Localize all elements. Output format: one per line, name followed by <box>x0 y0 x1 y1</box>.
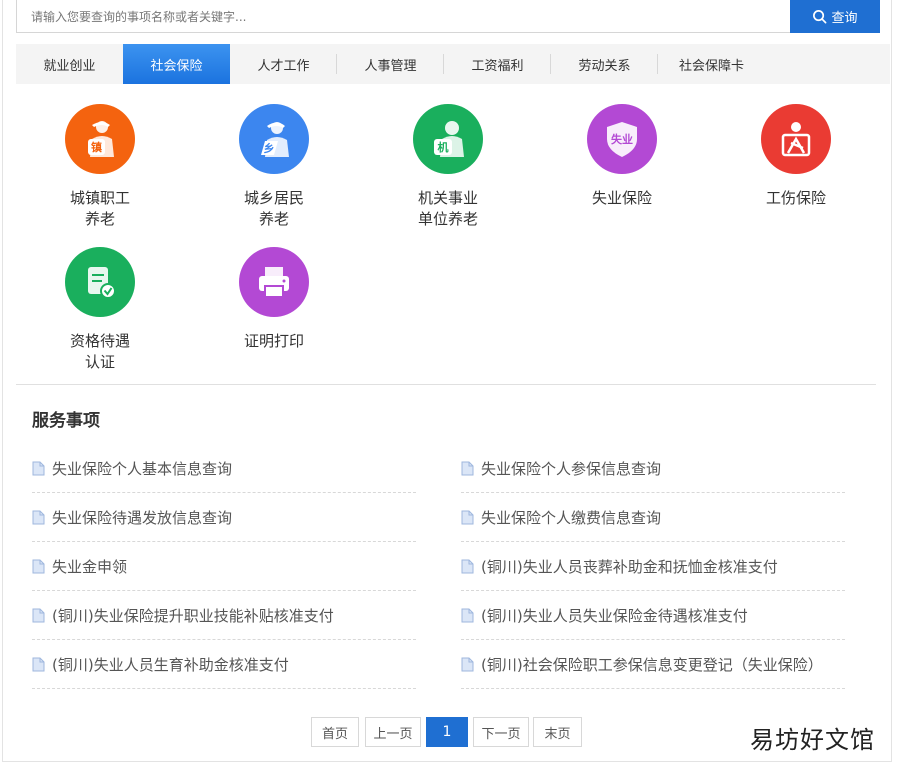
tab-social-insurance[interactable]: 社会保险 <box>123 44 230 84</box>
service-link[interactable]: (铜川)失业保险提升职业技能补贴核准支付 <box>52 605 334 626</box>
last-page-button[interactable]: 末页 <box>533 717 582 747</box>
urban-worker-pension-icon: 镇 <box>65 104 135 174</box>
tab-label: 社会保障卡 <box>678 58 744 74</box>
category-label: 工伤保险 <box>765 189 826 207</box>
printer-icon <box>239 247 309 317</box>
glyph-text: 机 <box>438 140 449 154</box>
service-link[interactable]: 失业金申领 <box>52 556 127 577</box>
category-label: 资格待遇 认证 <box>69 332 130 371</box>
tab-personnel[interactable]: 人事管理 <box>337 44 444 84</box>
document-icon <box>32 559 45 573</box>
glyph-text: 乡 <box>264 142 275 155</box>
document-icon <box>32 461 45 475</box>
document-icon <box>32 510 45 524</box>
tab-talent[interactable]: 人才工作 <box>230 44 337 84</box>
service-item[interactable]: 失业保险待遇发放信息查询 <box>32 493 416 542</box>
document-icon <box>32 657 45 671</box>
injury-insurance-icon <box>761 104 831 174</box>
first-page-button[interactable]: 首页 <box>311 717 359 747</box>
tab-social-security-card[interactable]: 社会保障卡 <box>658 44 765 84</box>
category-resident-pension[interactable]: 乡 城乡居民 养老 <box>194 104 354 230</box>
search-button[interactable]: 查询 <box>790 0 880 33</box>
qualification-certification-icon <box>65 247 135 317</box>
category-tabs: 就业创业 社会保险 人才工作 人事管理 工资福利 劳动关系 社会保障卡 <box>16 44 890 84</box>
document-icon <box>461 461 474 475</box>
service-link[interactable]: (铜川)社会保险职工参保信息变更登记（失业保险） <box>481 654 823 675</box>
tab-label: 人事管理 <box>364 58 417 74</box>
current-page-button[interactable]: 1 <box>426 717 468 747</box>
search-icon <box>813 10 827 24</box>
tab-label: 就业创业 <box>43 58 96 74</box>
tab-label: 工资福利 <box>471 58 524 74</box>
service-item[interactable]: (铜川)社会保险职工参保信息变更登记（失业保险） <box>461 640 845 689</box>
institution-pension-icon: 机 <box>413 104 483 174</box>
service-link[interactable]: (铜川)失业人员生育补助金核准支付 <box>52 654 289 675</box>
category-qualification-certification[interactable]: 资格待遇 认证 <box>20 247 180 373</box>
service-item[interactable]: 失业保险个人参保信息查询 <box>461 444 845 493</box>
service-item[interactable]: (铜川)失业人员生育补助金核准支付 <box>32 640 416 689</box>
tab-labor-relations[interactable]: 劳动关系 <box>551 44 658 84</box>
prev-page-button[interactable]: 上一页 <box>365 717 421 747</box>
category-label: 城乡居民 养老 <box>243 189 304 228</box>
tab-label: 人才工作 <box>257 58 310 74</box>
service-link[interactable]: (铜川)失业人员丧葬补助金和抚恤金核准支付 <box>481 556 778 577</box>
category-label: 城镇职工 养老 <box>69 189 130 228</box>
document-icon <box>461 657 474 671</box>
search-input[interactable]: 请输入您要查询的事项名称或者关键字... <box>16 0 791 33</box>
glyph-text: 镇 <box>91 140 102 154</box>
category-label: 证明打印 <box>243 332 304 350</box>
category-institution-pension[interactable]: 机 机关事业 单位养老 <box>368 104 528 230</box>
category-unemployment-insurance[interactable]: 失业 失业保险 <box>542 104 702 209</box>
document-icon <box>461 559 474 573</box>
service-item[interactable]: (铜川)失业人员丧葬补助金和抚恤金核准支付 <box>461 542 845 591</box>
tab-label: 社会保险 <box>150 58 203 74</box>
category-label: 机关事业 单位养老 <box>417 189 478 228</box>
glyph-text: 失业 <box>611 132 633 146</box>
tab-salary-welfare[interactable]: 工资福利 <box>444 44 551 84</box>
service-item[interactable]: 失业保险个人缴费信息查询 <box>461 493 845 542</box>
service-item[interactable]: 失业金申领 <box>32 542 416 591</box>
next-page-button[interactable]: 下一页 <box>473 717 529 747</box>
category-urban-worker-pension[interactable]: 镇 城镇职工 养老 <box>20 104 180 230</box>
service-link[interactable]: (铜川)失业人员失业保险金待遇核准支付 <box>481 605 748 626</box>
watermark: 易坊好文馆 <box>750 726 875 754</box>
tab-label: 劳动关系 <box>578 58 631 74</box>
tab-employment[interactable]: 就业创业 <box>16 44 123 84</box>
service-link[interactable]: 失业保险个人缴费信息查询 <box>481 507 661 528</box>
document-icon <box>461 608 474 622</box>
document-icon <box>32 608 45 622</box>
service-link[interactable]: 失业保险个人参保信息查询 <box>481 458 661 479</box>
unemployment-insurance-icon: 失业 <box>587 104 657 174</box>
category-injury-insurance[interactable]: 工伤保险 <box>716 104 876 209</box>
document-icon <box>461 510 474 524</box>
category-certificate-printing[interactable]: 证明打印 <box>194 247 354 352</box>
search-button-label: 查询 <box>831 10 858 25</box>
section-divider <box>16 384 876 385</box>
service-item[interactable]: 失业保险个人基本信息查询 <box>32 444 416 493</box>
category-label: 失业保险 <box>591 189 652 207</box>
services-title: 服务事项 <box>32 411 100 431</box>
resident-pension-icon: 乡 <box>239 104 309 174</box>
service-link[interactable]: 失业保险待遇发放信息查询 <box>52 507 232 528</box>
service-link[interactable]: 失业保险个人基本信息查询 <box>52 458 232 479</box>
service-item[interactable]: (铜川)失业保险提升职业技能补贴核准支付 <box>32 591 416 640</box>
service-item[interactable]: (铜川)失业人员失业保险金待遇核准支付 <box>461 591 845 640</box>
